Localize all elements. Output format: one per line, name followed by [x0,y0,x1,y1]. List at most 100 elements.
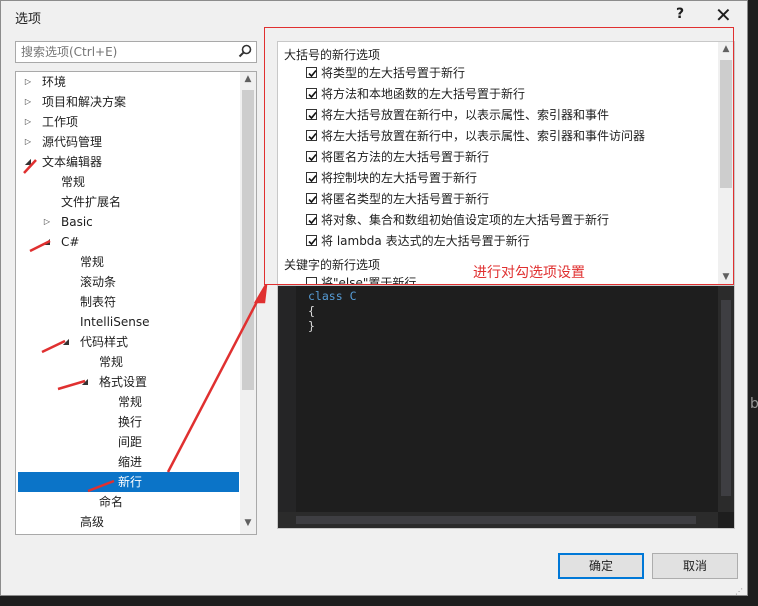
tree-item-label: 格式设置 [99,375,148,389]
search-input[interactable] [16,42,236,62]
tree-item[interactable]: 文件扩展名 [18,192,239,212]
expand-arrow-icon[interactable]: ▷ [22,72,34,92]
options-tree: ▲ ▼ ▷ 环境 ▷ 项目和解决方案 ▷ 工作项 ▷ 源代码管理 ◢ 文本编辑器 常规 文件扩展名 ▷ B… [15,71,257,535]
checkbox-icon[interactable] [306,88,317,99]
tree-item[interactable]: ▷ 项目和解决方案 [18,92,239,112]
option-label: 将类型的左大括号置于新行 [321,66,466,80]
checkbox-icon[interactable] [306,151,317,162]
scroll-thumb[interactable] [721,300,731,496]
collapse-arrow-icon[interactable]: ◢ [22,152,34,172]
checkbox-icon[interactable] [306,193,317,204]
checkbox-icon[interactable] [306,277,317,284]
collapse-arrow-icon[interactable]: ◢ [79,372,91,392]
expand-arrow-icon[interactable]: ▷ [22,112,34,132]
tree-item[interactable]: 制表符 [18,292,239,312]
expand-arrow-icon[interactable]: ▷ [22,92,34,112]
group-title-braces: 大括号的新行选项 [284,48,381,62]
option-label: 将方法和本地函数的左大括号置于新行 [321,87,526,101]
tree-item[interactable]: 间距 [18,432,239,452]
tree-item-label: Basic [61,215,93,229]
tree-item-label: 缩进 [118,455,143,469]
tree-item[interactable]: 滚动条 [18,272,239,292]
tree-item[interactable]: ▷ 工作项 [18,112,239,132]
collapse-arrow-icon[interactable]: ◢ [41,232,53,252]
tree-item-label: 常规 [118,395,143,409]
open-brace: { [308,304,315,318]
tree-item-label: 命名 [99,495,124,509]
scroll-down-icon[interactable]: ▼ [240,518,256,534]
class-name-token: C [349,289,357,303]
option-label: 将左大括号放置在新行中，以表示属性、索引器和事件 [321,108,610,122]
scroll-thumb[interactable] [242,90,254,390]
tree-item[interactable]: IntelliSense [18,312,239,332]
option-label: 将匿名类型的左大括号置于新行 [321,192,490,206]
preview-vscroll[interactable] [718,286,734,512]
tree-item[interactable]: ◢ 文本编辑器 [18,152,239,172]
tree-item[interactable]: 新行 [18,472,239,492]
option-label: 将左大括号放置在新行中，以表示属性、索引器和事件访问器 [321,129,646,143]
tree-item-label: 制表符 [80,295,117,309]
tree-item[interactable]: 换行 [18,412,239,432]
close-button[interactable]: ✕ [715,3,732,27]
tree-item[interactable]: 常规 [18,352,239,372]
scroll-up-icon[interactable]: ▲ [718,44,734,54]
options-panel: 大括号的新行选项 关键字的新行选项 将"else"置于新行 ▲ ▼ 将类型的左大… [277,41,735,285]
option-label: 将控制块的左大括号置于新行 [321,171,478,185]
tree-item[interactable]: ◢ 代码样式 [18,332,239,352]
tree-item[interactable]: ◢ C# [18,232,239,252]
tree-item-label: IntelliSense [80,315,150,329]
checkbox-icon[interactable] [306,214,317,225]
code-preview: class C { } [277,285,735,529]
scroll-thumb[interactable] [720,60,732,188]
resize-grip-icon[interactable]: ⋰ [735,587,743,596]
checkbox-icon[interactable] [306,235,317,246]
tree-item[interactable]: ◢ 格式设置 [18,372,239,392]
scroll-thumb[interactable] [296,516,696,524]
tree-item-label: 项目和解决方案 [42,95,127,109]
tree-item[interactable]: 缩进 [18,452,239,472]
checkbox-icon[interactable] [306,67,317,78]
tree-item[interactable]: 命名 [18,492,239,512]
cancel-button[interactable]: 取消 [652,553,738,579]
checkbox-icon[interactable] [306,109,317,120]
option-label: 将匿名方法的左大括号置于新行 [321,150,490,164]
tree-item-label: 常规 [80,255,105,269]
checkbox-icon[interactable] [306,172,317,183]
scroll-up-icon[interactable]: ▲ [240,74,256,90]
annotation-text: 进行对勾选项设置 [473,265,585,281]
tree-item-label: 环境 [42,75,67,89]
tree-item-label: C# [61,235,80,249]
search-box[interactable] [15,41,257,63]
checkbox-icon[interactable] [306,130,317,141]
collapse-arrow-icon[interactable]: ◢ [60,332,72,352]
tree-item[interactable]: 常规 [18,172,239,192]
preview-gutter [278,286,296,512]
options-scrollbar[interactable]: ▲ ▼ [718,42,734,284]
group-title-keywords: 关键字的新行选项 [284,258,381,272]
tree-item[interactable]: ▷ 环境 [18,72,239,92]
background-text: b [750,396,758,412]
tree-item[interactable]: ▷ 源代码管理 [18,132,239,152]
tree-item-label: 文本编辑器 [42,155,103,169]
title-bar: 选项 ? ✕ [1,1,747,31]
tree-item-label: 工作项 [42,115,79,129]
scroll-down-icon[interactable]: ▼ [718,272,734,282]
tree-item[interactable]: 高级 [18,512,239,532]
search-icon[interactable] [238,44,252,61]
tree-scrollbar[interactable]: ▲ ▼ [240,72,256,534]
expand-arrow-icon[interactable]: ▷ [41,212,53,232]
options-dialog: 选项 ? ✕ ▲ ▼ ▷ 环境 ▷ 项目和解决方案 ▷ 工作项 ▷ 源代码管理 ◢ 文本编辑器常规… [0,0,748,596]
tree-item[interactable]: 常规 [18,252,239,272]
help-button[interactable]: ? [676,6,684,22]
tree-item[interactable]: ▷ Basic [18,212,239,232]
keyword-token: class [308,289,343,303]
preview-hscroll[interactable] [278,512,718,528]
tree-item-label: 常规 [61,175,86,189]
tree-item[interactable]: 常规 [18,392,239,412]
expand-arrow-icon[interactable]: ▷ [22,132,34,152]
tree-item-label: 滚动条 [80,275,117,289]
preview-code: class C { } [308,289,357,334]
ok-button[interactable]: 确定 [558,553,644,579]
tree-item-label: 文件扩展名 [61,195,122,209]
tree-item-label: 换行 [118,415,143,429]
